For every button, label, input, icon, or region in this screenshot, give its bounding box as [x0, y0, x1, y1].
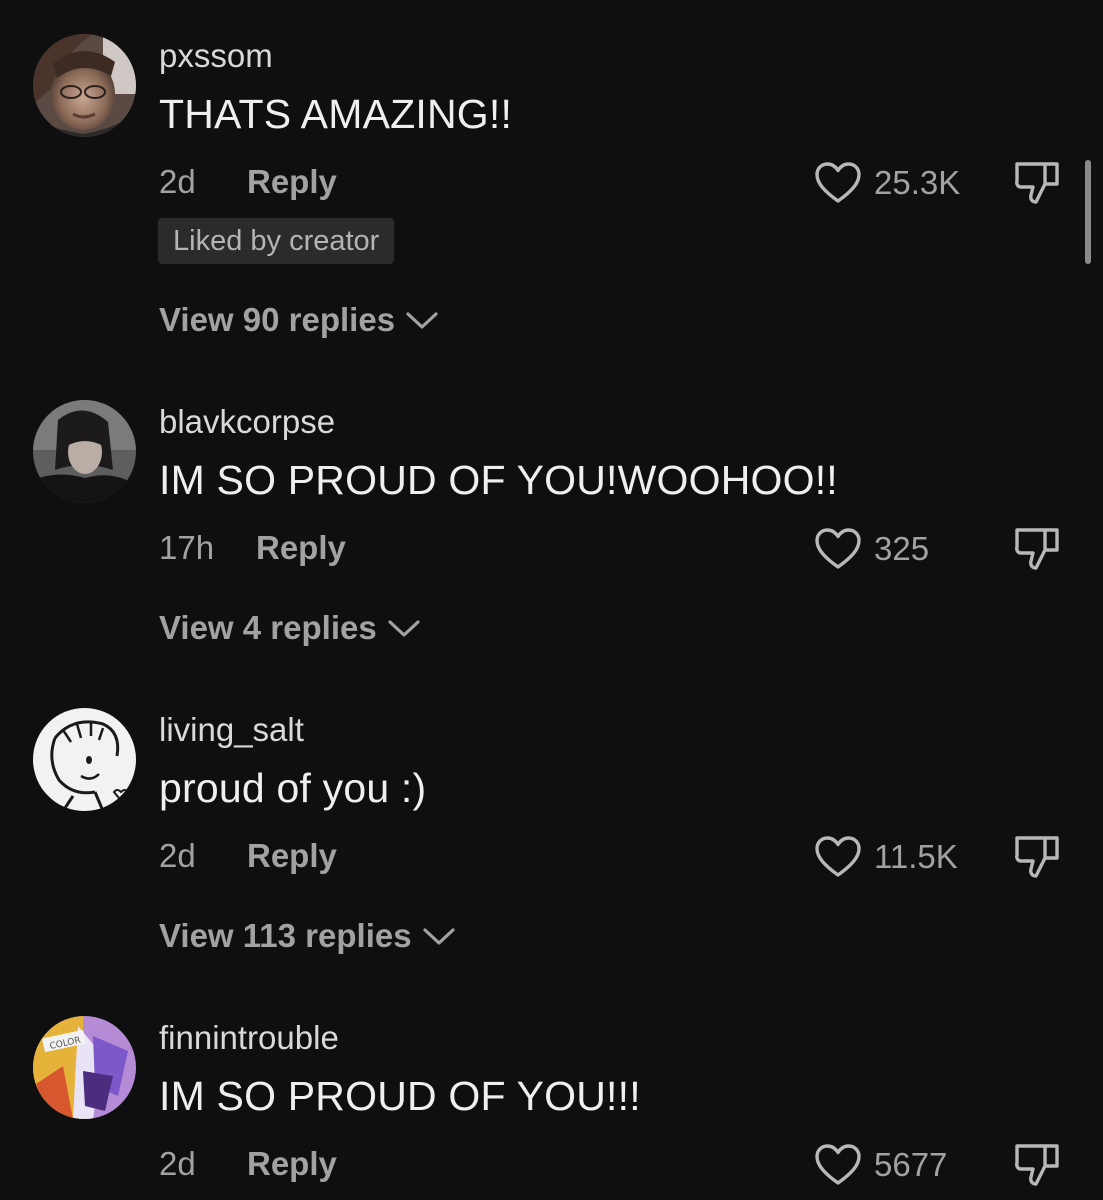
- comment-text: IM SO PROUD OF YOU!!!: [159, 1073, 641, 1119]
- view-replies-label: View 4 replies: [159, 609, 377, 646]
- thumbs-down-icon: [1015, 162, 1059, 204]
- comment-time: 2d: [159, 163, 196, 200]
- dislike-button[interactable]: [1012, 1140, 1062, 1190]
- user-avatar-photo-icon: [33, 34, 136, 137]
- reply-button[interactable]: Reply: [247, 836, 337, 876]
- like-count: 5677: [874, 1146, 948, 1183]
- chevron-down-icon: [388, 620, 420, 637]
- scrollbar[interactable]: [1085, 160, 1091, 264]
- like-button[interactable]: 325: [814, 525, 929, 573]
- view-replies-button[interactable]: View 113 replies: [159, 916, 456, 956]
- like-button[interactable]: 5677: [814, 1141, 947, 1189]
- thumbs-down-icon: [1015, 836, 1059, 878]
- username[interactable]: living_salt: [159, 710, 304, 750]
- view-replies-label: View 113 replies: [159, 917, 412, 954]
- like-count: 25.3K: [874, 164, 961, 201]
- thumbs-down-icon: [1015, 528, 1059, 570]
- user-avatar-art-icon: COLOR: [33, 1016, 136, 1119]
- comment-text: IM SO PROUD OF YOU!WOOHOO!!: [159, 457, 838, 503]
- reply-button[interactable]: Reply: [247, 162, 337, 202]
- user-avatar-photo-icon: [33, 400, 136, 503]
- like-count: 325: [874, 530, 930, 567]
- liked-by-creator-badge: Liked by creator: [158, 218, 395, 264]
- comment-time: 2d: [159, 1145, 196, 1182]
- like-button[interactable]: 11.5K: [814, 833, 958, 881]
- avatar[interactable]: COLOR: [33, 1016, 136, 1119]
- heart-outline-icon: [815, 1144, 861, 1185]
- dislike-button[interactable]: [1012, 524, 1062, 574]
- reply-button[interactable]: Reply: [256, 528, 346, 568]
- username[interactable]: finnintrouble: [159, 1018, 339, 1058]
- avatar[interactable]: [33, 708, 136, 811]
- heart-outline-icon: [815, 836, 861, 877]
- username[interactable]: pxssom: [159, 36, 273, 76]
- view-replies-button[interactable]: View 90 replies: [159, 300, 439, 340]
- comment-time: 17h: [159, 529, 215, 566]
- reply-button[interactable]: Reply: [247, 1144, 337, 1184]
- chevron-down-icon: [422, 928, 455, 945]
- avatar[interactable]: [33, 400, 136, 503]
- dislike-button[interactable]: [1012, 832, 1062, 882]
- comment-text: proud of you :): [159, 765, 427, 811]
- avatar[interactable]: [33, 34, 136, 137]
- like-button[interactable]: 25.3K: [814, 159, 960, 207]
- chevron-down-icon: [406, 312, 438, 329]
- view-replies-button[interactable]: View 4 replies: [159, 608, 421, 648]
- comment-text: THATS AMAZING!!: [159, 91, 513, 137]
- user-avatar-sketch-icon: [33, 708, 136, 811]
- comment-time: 2d: [159, 837, 196, 874]
- dislike-button[interactable]: [1012, 158, 1062, 208]
- comment-list: pxssom THATS AMAZING!! 2d Reply 25.3K Li…: [0, 0, 1103, 1200]
- heart-outline-icon: [815, 162, 861, 203]
- like-count: 11.5K: [874, 838, 958, 875]
- heart-outline-icon: [815, 528, 861, 569]
- view-replies-label: View 90 replies: [159, 301, 396, 338]
- thumbs-down-icon: [1015, 1144, 1059, 1186]
- username[interactable]: blavkcorpse: [159, 402, 335, 442]
